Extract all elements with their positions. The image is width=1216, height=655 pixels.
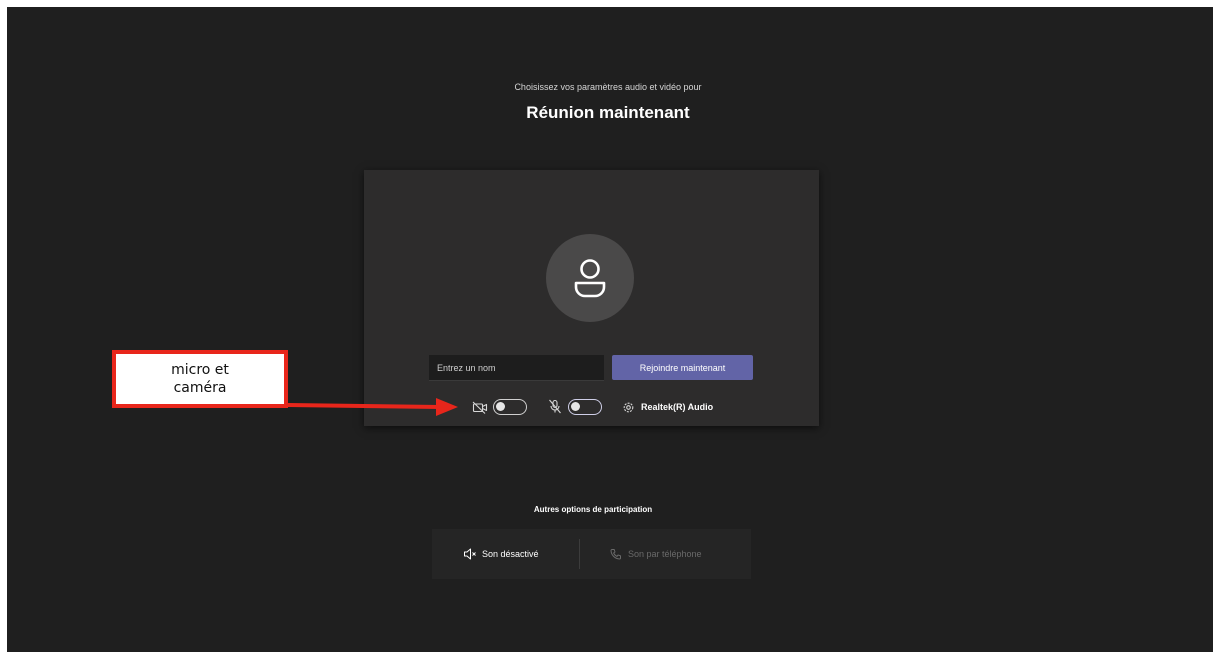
annotation-arrow: [287, 398, 458, 416]
